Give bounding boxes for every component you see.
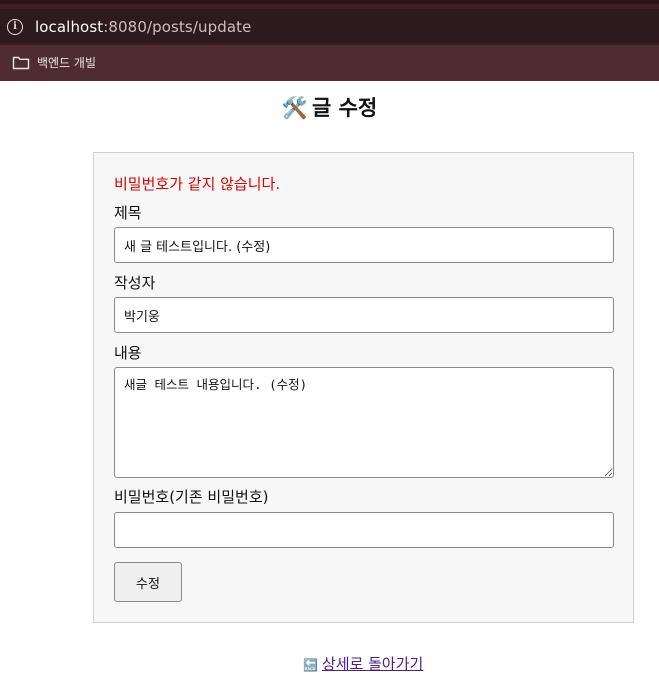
tools-icon: 🛠️ [281, 96, 308, 120]
error-message: 비밀번호가 같지 않습니다. [114, 175, 281, 193]
submit-button[interactable]: 수정 [114, 562, 182, 602]
author-label: 작성자 [114, 274, 156, 292]
edit-post-form: 비밀번호가 같지 않습니다. 제목 작성자 내용 새글 테스트 내용입니다. (… [93, 152, 634, 623]
url-path: :8080/posts/update [103, 18, 252, 36]
title-input[interactable] [114, 227, 614, 263]
page-title-text: 글 수정 [311, 96, 378, 120]
browser-address-bar: i localhost:8080/posts/update [0, 0, 659, 45]
back-arrow-icon: 🔙 [303, 658, 318, 672]
back-to-detail-link[interactable]: 🔙 상세로 돌아가기 [303, 653, 423, 674]
title-label: 제목 [114, 204, 142, 222]
back-link-label: 상세로 돌아가기 [321, 655, 424, 673]
site-info-icon[interactable]: i [7, 19, 23, 35]
content-label: 내용 [114, 344, 142, 362]
bookmarks-bar: 백엔드 개빌 [0, 45, 659, 81]
author-input[interactable] [114, 297, 614, 333]
password-input[interactable] [114, 512, 614, 548]
bookmark-folder-label[interactable]: 백엔드 개빌 [37, 54, 96, 71]
password-label: 비밀번호(기존 비밀번호) [114, 488, 269, 506]
folder-icon[interactable] [12, 55, 30, 70]
content-textarea[interactable]: 새글 테스트 내용입니다. (수정) [114, 367, 614, 478]
url-field[interactable]: i localhost:8080/posts/update [0, 9, 659, 43]
url-host: localhost [35, 18, 104, 36]
url-text[interactable]: localhost:8080/posts/update [35, 18, 251, 36]
page-title: 🛠️ 글 수정 [0, 92, 659, 122]
